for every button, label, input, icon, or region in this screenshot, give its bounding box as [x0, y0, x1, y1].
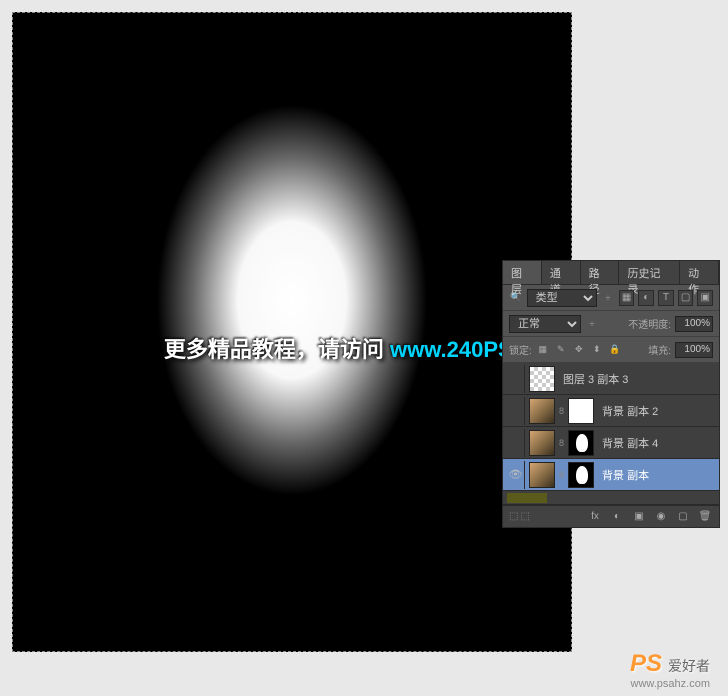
visibility-toggle[interactable] [507, 365, 525, 393]
watermark-url: www.psahz.com [631, 678, 710, 690]
new-layer-icon[interactable]: ▢ [675, 509, 691, 525]
layer-type-select[interactable]: 类型 [527, 289, 597, 307]
filter-text-icon[interactable]: T [658, 290, 674, 306]
panel-footer: ⬚⬚ fx ◐ ▣ ◉ ▢ 🗑 [503, 505, 719, 527]
search-icon: 🔍 [509, 291, 523, 305]
link-layers-icon[interactable]: ⬚⬚ [509, 511, 532, 522]
fill-input[interactable] [675, 342, 713, 358]
chevron-icon: ÷ [601, 291, 615, 305]
link-mask-icon[interactable]: 8 [559, 470, 564, 480]
lock-artboard-icon[interactable]: ⬍ [590, 343, 604, 357]
fx-icon[interactable]: fx [587, 509, 603, 525]
layer-row[interactable]: 8 背景 副本 4 [503, 427, 719, 459]
type-filter-row: 🔍 类型 ÷ ▦ ◐ T ▢ ▣ [503, 285, 719, 311]
layer-name[interactable]: 背景 副本 [598, 467, 715, 483]
layer-row[interactable]: 图层 3 副本 3 [503, 363, 719, 395]
panel-tabs: 图层 通道 路径 历史记录 动作 [503, 261, 719, 285]
watermark-text: 爱好者 [668, 658, 710, 674]
layers-panel: 图层 通道 路径 历史记录 动作 🔍 类型 ÷ ▦ ◐ T ▢ ▣ 正常 ÷ 不… [502, 260, 720, 528]
filter-pixel-icon[interactable]: ▦ [619, 290, 635, 306]
lock-fill-row: 锁定: ▦ ✎ ✥ ⬍ 🔒 填充: [503, 337, 719, 363]
visibility-toggle[interactable] [507, 397, 525, 425]
layer-row[interactable]: 👁 8 背景 副本 [503, 459, 719, 491]
chevron-down-icon: ÷ [585, 317, 599, 331]
layers-list: 图层 3 副本 3 8 背景 副本 2 8 背景 副本 4 👁 8 背景 副本 [503, 363, 719, 505]
fill-label: 填充: [648, 342, 671, 357]
mask-icon[interactable]: ◐ [609, 509, 625, 525]
filter-smart-icon[interactable]: ▣ [697, 290, 713, 306]
blend-mode-select[interactable]: 正常 [509, 315, 581, 333]
layer-name[interactable]: 背景 副本 4 [598, 435, 715, 451]
tab-layers[interactable]: 图层 [503, 261, 542, 284]
visibility-toggle[interactable]: 👁 [507, 461, 525, 489]
opacity-input[interactable] [675, 316, 713, 332]
adjustment-icon[interactable]: ▣ [631, 509, 647, 525]
visibility-toggle[interactable] [507, 429, 525, 457]
lock-all-icon[interactable]: 🔒 [608, 343, 622, 357]
filter-adjustment-icon[interactable]: ◐ [638, 290, 654, 306]
link-mask-icon[interactable]: 8 [559, 438, 564, 448]
lock-label: 锁定: [509, 342, 532, 357]
lock-position-icon[interactable]: ✥ [572, 343, 586, 357]
layer-thumb[interactable] [529, 430, 555, 456]
tab-channels[interactable]: 通道 [542, 261, 581, 284]
link-mask-icon[interactable]: 8 [559, 406, 564, 416]
filter-shape-icon[interactable]: ▢ [678, 290, 694, 306]
blend-opacity-row: 正常 ÷ 不透明度: [503, 311, 719, 337]
mask-thumb[interactable] [568, 462, 594, 488]
layer-thumb[interactable] [529, 398, 555, 424]
layer-thumb[interactable] [529, 462, 555, 488]
color-label-bar [507, 493, 547, 503]
layer-name[interactable]: 图层 3 副本 3 [559, 371, 715, 387]
group-icon[interactable]: ◉ [653, 509, 669, 525]
opacity-label: 不透明度: [628, 316, 671, 331]
lock-pixels-icon[interactable]: ✎ [554, 343, 568, 357]
mask-thumb[interactable] [568, 430, 594, 456]
eye-icon: 👁 [509, 468, 523, 481]
lock-transparent-icon[interactable]: ▦ [536, 343, 550, 357]
watermark-logo: PS 爱好者 [630, 650, 710, 678]
mask-thumb[interactable] [568, 398, 594, 424]
tab-history[interactable]: 历史记录 [619, 261, 680, 284]
trash-icon[interactable]: 🗑 [697, 509, 713, 525]
tab-paths[interactable]: 路径 [581, 261, 620, 284]
color-label-row [503, 491, 719, 505]
tab-actions[interactable]: 动作 [680, 261, 719, 284]
watermark-ps: PS [630, 650, 662, 677]
overlay-prefix: 更多精品教程，请访问 [164, 337, 390, 362]
layer-row[interactable]: 8 背景 副本 2 [503, 395, 719, 427]
layer-thumb[interactable] [529, 366, 555, 392]
layer-name[interactable]: 背景 副本 2 [598, 403, 715, 419]
